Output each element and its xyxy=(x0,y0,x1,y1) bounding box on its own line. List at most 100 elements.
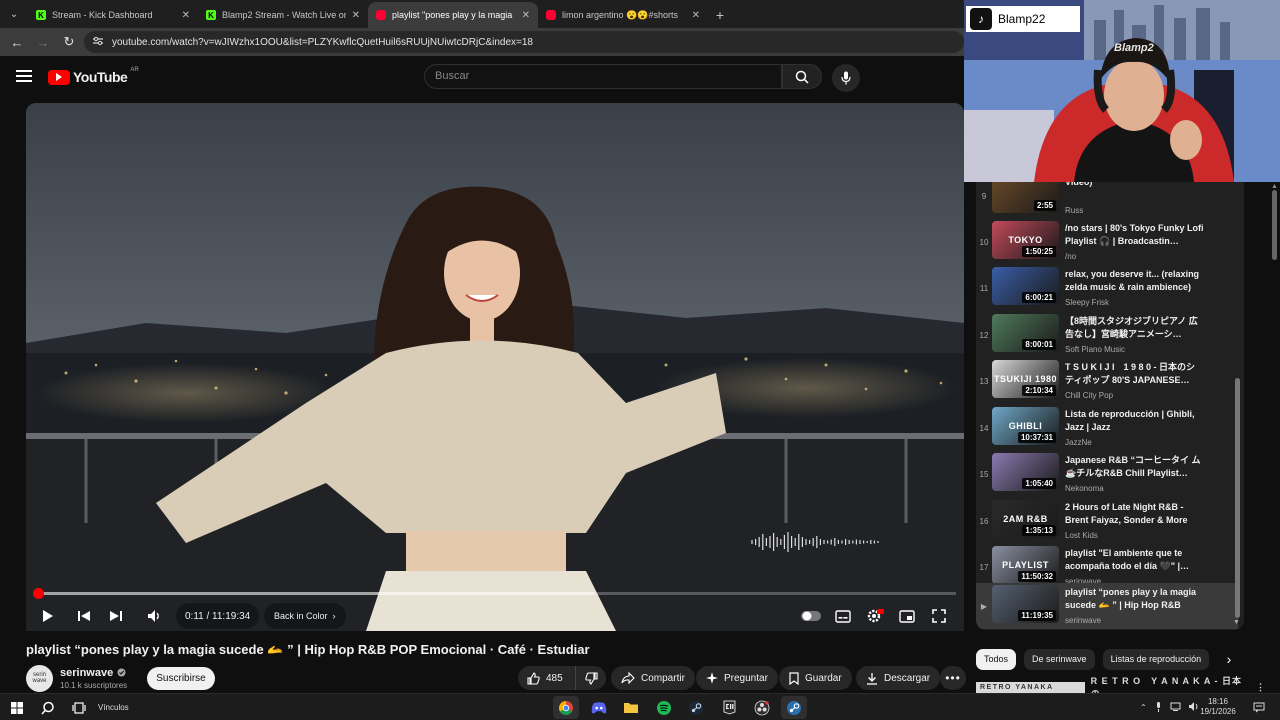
playlist-item-title[interactable]: T S U K I J I 1 9 8 0 - 日本のシ ティポップ 80'S … xyxy=(1065,361,1205,387)
playlist-item-title[interactable]: playlist "El ambiente que te acompaña to… xyxy=(1065,547,1205,573)
start-button[interactable] xyxy=(4,696,30,719)
spotify-taskbar-button[interactable] xyxy=(651,696,677,719)
download-button[interactable]: Descargar xyxy=(856,666,941,690)
playlist-item-channel[interactable]: JazzNe xyxy=(1065,438,1092,447)
forward-button[interactable]: → xyxy=(32,31,54,53)
playlist-item-thumbnail[interactable]: 1:05:40 xyxy=(992,453,1059,491)
more-vert-icon[interactable]: ⋮ xyxy=(1256,682,1266,693)
task-view-button[interactable] xyxy=(66,696,92,719)
speaker-icon[interactable] xyxy=(1188,702,1200,713)
playlist-item-title[interactable]: 【8時間スタジオジブリピアノ 広告なし】宮崎駿アニメーシ… xyxy=(1065,315,1205,341)
playlist-item-thumbnail[interactable]: TOKYO 1:50:25 xyxy=(992,221,1059,259)
playlist-item-thumbnail[interactable]: 6:00:21 xyxy=(992,267,1059,305)
new-tab-button[interactable]: + xyxy=(708,2,732,28)
scroll-up-icon[interactable]: ▲ xyxy=(1271,183,1278,190)
browser-tab-kick-dashboard[interactable]: K Stream - Kick Dashboard ✕ xyxy=(28,2,198,28)
channel-name[interactable]: serinwave xyxy=(60,667,113,679)
channel-name-row[interactable]: serinwave xyxy=(60,667,127,679)
obs-taskbar-button[interactable] xyxy=(749,696,775,719)
chapter-button[interactable]: Back in Color › xyxy=(264,603,346,629)
scroll-down-icon[interactable]: ▼ xyxy=(1233,619,1240,626)
chevron-up-icon[interactable]: ⌃ xyxy=(1140,703,1147,712)
playlist-item-channel[interactable]: Russ xyxy=(1065,206,1083,215)
playlist-item[interactable]: 16 2AM R&B 1:35:13 2 Hours of Late Night R&… xyxy=(976,498,1238,544)
browser-tab-kick-stream[interactable]: K Blamp2 Stream - Watch Live on ✕ xyxy=(198,2,368,28)
playlist-item-thumbnail[interactable]: 8:00:01 xyxy=(992,314,1059,352)
browser-tab-youtube-shorts[interactable]: limon argentino 😮😮#shorts ✕ xyxy=(538,2,708,28)
playlist-item[interactable]: 15 1:05:40 Japanese R&B “コーヒータイ ム☕チルなR&B C… xyxy=(976,451,1238,497)
scrubber-handle[interactable] xyxy=(33,588,44,599)
chip-all[interactable]: Todos xyxy=(976,648,1017,670)
playlist-item[interactable]: 12 8:00:01 【8時間スタジオジブリピアノ 広告なし】宮崎駿アニメーシ… So… xyxy=(976,312,1238,358)
close-tab-icon[interactable]: ✕ xyxy=(182,10,190,21)
file-explorer-taskbar-button[interactable] xyxy=(618,696,644,719)
playlist-item-channel[interactable]: Chill City Pop xyxy=(1065,391,1113,400)
playlist-item-thumbnail[interactable]: 2AM R&B 1:35:13 xyxy=(992,500,1059,538)
playlist-item-channel[interactable]: /no xyxy=(1065,252,1076,261)
close-tab-icon[interactable]: ✕ xyxy=(352,10,360,21)
playlist-item-thumbnail[interactable]: TSUKIJI 1980 2:10:34 xyxy=(992,360,1059,398)
back-button[interactable]: ← xyxy=(6,31,28,53)
subtitles-button[interactable] xyxy=(830,603,856,629)
like-button[interactable]: 485 xyxy=(518,666,576,690)
close-tab-icon[interactable]: ✕ xyxy=(692,10,700,21)
playlist-item-channel[interactable]: Soft Piano Music xyxy=(1065,345,1125,354)
tab-search-button[interactable]: ⌄ xyxy=(0,0,28,28)
playlist-item-channel[interactable]: serinwave xyxy=(1065,616,1101,625)
browser-tab-youtube-playlist[interactable]: playlist "pones play y la magia ✕ xyxy=(368,2,538,28)
playlist-item-title[interactable]: relax, you deserve it... (relaxing zelda… xyxy=(1065,268,1205,294)
playlist-item-title[interactable]: 2 Hours of Late Night R&B - Brent Faiyaz… xyxy=(1065,501,1205,527)
playlist-item[interactable]: 9 2:55 Video) Russ xyxy=(976,182,1238,219)
steam-window-taskbar-button[interactable] xyxy=(781,696,807,719)
related-video-preview[interactable]: RETRO YANAKA R E T R O Y A N A K A - 日本の… xyxy=(976,676,1266,699)
dislike-button[interactable] xyxy=(576,666,606,690)
playlist-item[interactable]: 10 TOKYO 1:50:25/no stars | 80's Tokyo Fun… xyxy=(976,219,1238,265)
playlist-item-channel[interactable]: Lost Kids xyxy=(1065,531,1098,540)
playlist-item[interactable]: 14 GHIBLI 10:37:31 Lista de reproducción | … xyxy=(976,405,1238,451)
video-player[interactable]: 0:11 / 11:19:34 Back in Color › xyxy=(26,103,964,631)
subscribe-button[interactable]: Suscribirse xyxy=(147,667,215,690)
search-button[interactable] xyxy=(782,64,822,89)
omnibox[interactable]: youtube.com/watch?v=wJIWzhx1OOU&list=PLZ… xyxy=(84,31,964,53)
fullscreen-button[interactable] xyxy=(926,603,952,629)
voice-search-button[interactable] xyxy=(832,64,860,92)
network-icon[interactable] xyxy=(1170,702,1181,713)
next-button[interactable] xyxy=(103,603,129,629)
steam-taskbar-button[interactable] xyxy=(683,696,709,719)
youtube-logo[interactable]: YouTube AR xyxy=(48,67,139,85)
links-toolbar[interactable]: Vínculos xyxy=(98,694,129,720)
playlist-item[interactable]: 13 TSUKIJI 1980 2:10:34 T S U K I J I 1 9 8… xyxy=(976,358,1238,404)
playlist-item-thumbnail[interactable]: PLAYLIST 11:50:32 xyxy=(992,546,1059,584)
site-info-icon[interactable] xyxy=(92,36,104,49)
save-button[interactable]: Guardar xyxy=(779,666,852,690)
playlist-item-title[interactable]: Video) xyxy=(1065,182,1205,189)
microphone-icon[interactable] xyxy=(1155,701,1162,714)
playlist-item-title[interactable]: /no stars | 80's Tokyo Funky Lofi Playli… xyxy=(1065,222,1205,248)
epic-games-taskbar-button[interactable] xyxy=(716,696,742,719)
previous-button[interactable] xyxy=(71,603,97,629)
play-button[interactable] xyxy=(34,603,60,629)
chip-playlists[interactable]: Listas de reproducción xyxy=(1102,648,1210,670)
playlist-item-channel[interactable]: Nekonoma xyxy=(1065,484,1104,493)
avatar[interactable]: serin wave xyxy=(26,664,53,692)
playlist-item[interactable]: ▶ 11:19:35 playlist “pones play y la magia… xyxy=(976,583,1238,629)
playlist-item-thumbnail[interactable]: 2:55 xyxy=(992,182,1059,213)
search-taskbar-button[interactable] xyxy=(35,696,61,719)
chevron-right-icon[interactable]: › xyxy=(1221,649,1237,669)
search-input[interactable]: Buscar xyxy=(424,64,782,89)
reload-button[interactable]: ↻ xyxy=(58,31,80,53)
chrome-taskbar-button[interactable] xyxy=(553,696,579,719)
playlist-item-title[interactable]: Lista de reproducción | Ghibli, Jazz | J… xyxy=(1065,408,1205,434)
progress-bar[interactable] xyxy=(33,588,956,599)
system-clock[interactable]: 18:16 19/1/2026 xyxy=(1200,697,1236,717)
menu-icon[interactable] xyxy=(16,70,32,82)
miniplayer-button[interactable] xyxy=(894,603,920,629)
playlist-item-thumbnail[interactable]: GHIBLI 10:37:31 xyxy=(992,407,1059,445)
close-tab-icon[interactable]: ✕ xyxy=(522,10,530,21)
page-scrollbar[interactable] xyxy=(1272,190,1277,260)
chip-from-channel[interactable]: De serinwave xyxy=(1024,648,1095,670)
playlist-item-title[interactable]: playlist “pones play y la magia sucede 🫴… xyxy=(1065,586,1205,614)
share-button[interactable]: Compartir xyxy=(611,666,695,690)
playlist-scrollbar[interactable] xyxy=(1235,378,1240,618)
ask-button[interactable]: Preguntar xyxy=(696,666,778,690)
